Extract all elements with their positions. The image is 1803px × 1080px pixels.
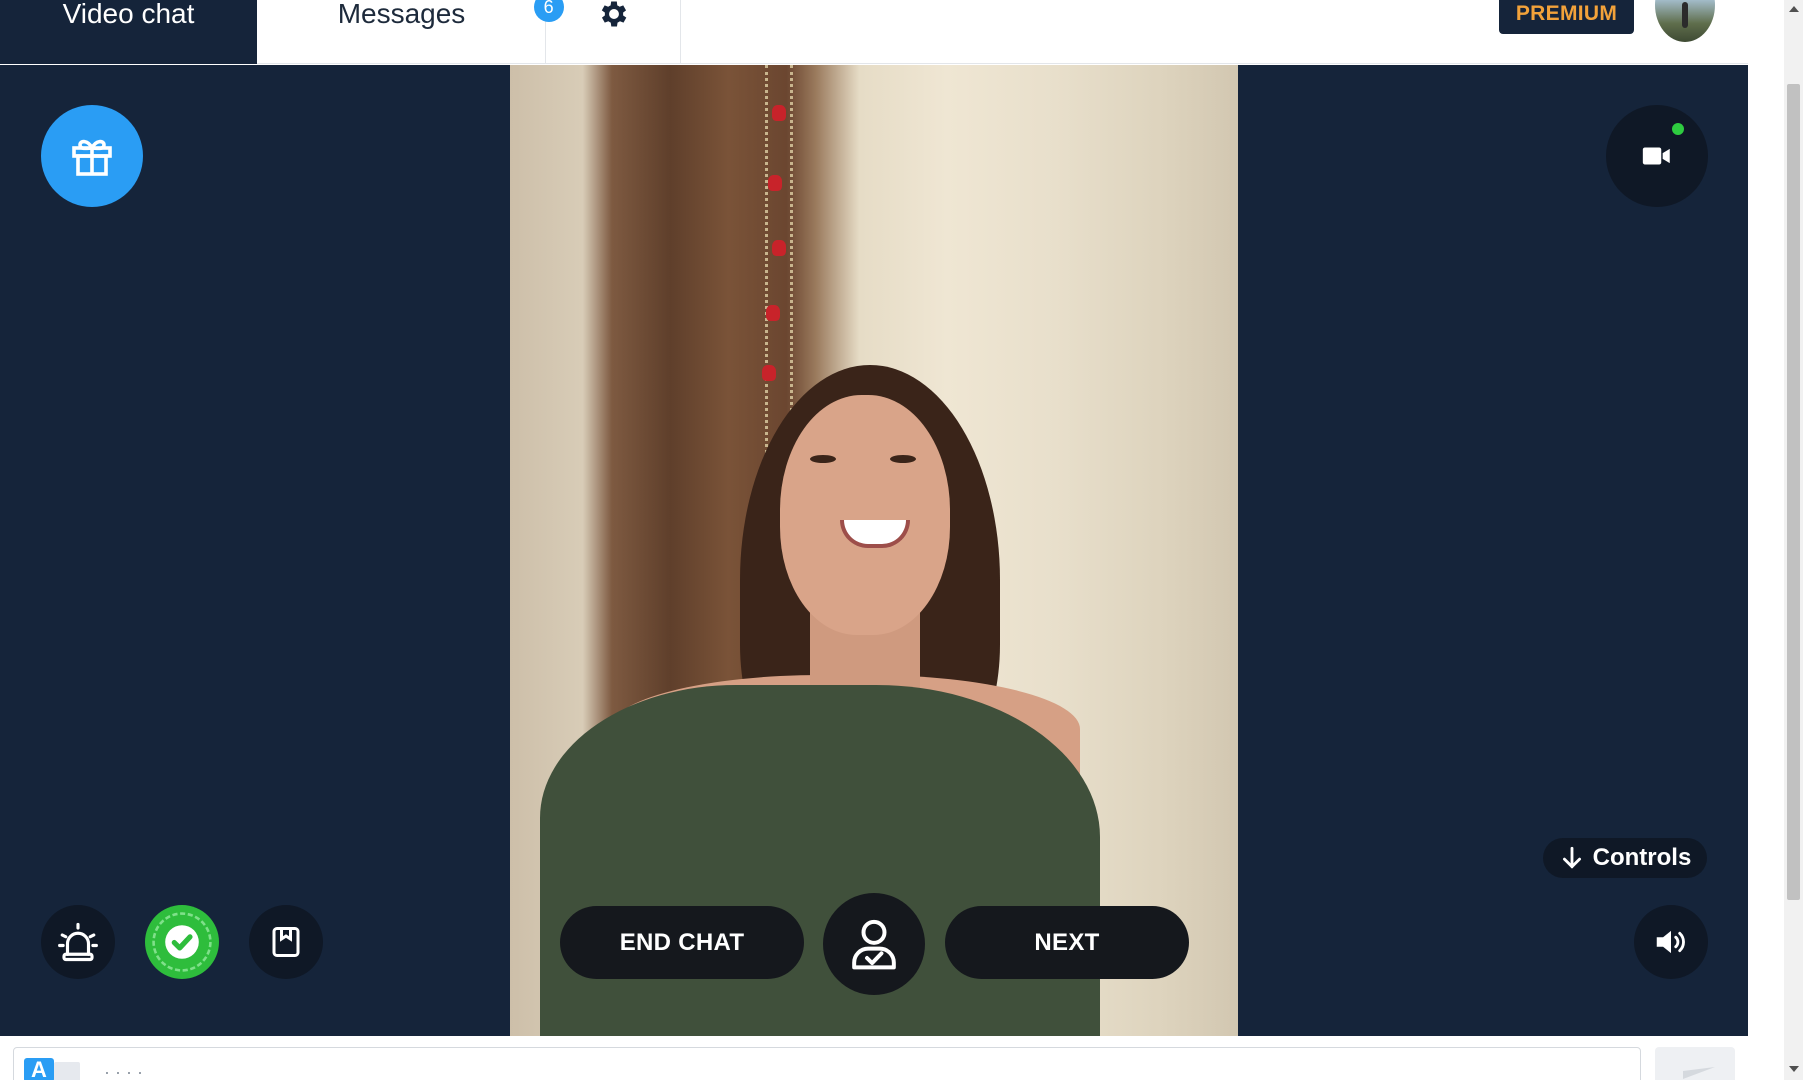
controls-button[interactable]: Controls (1543, 838, 1707, 878)
camera-status-indicator (1672, 123, 1684, 135)
scroll-up-arrow-icon[interactable] (1789, 6, 1799, 12)
person-top (540, 685, 1100, 1036)
settings-button[interactable] (547, 0, 681, 64)
chat-bar: A · · · · (0, 1036, 1748, 1080)
video-camera-icon (1642, 147, 1670, 165)
tab-video-chat-label: Video chat (62, 0, 195, 29)
end-chat-button[interactable]: END CHAT (560, 906, 804, 979)
gear-icon (601, 1, 626, 27)
partner-video (510, 65, 1238, 1036)
decoration-figure (768, 175, 782, 191)
next-button[interactable]: NEXT (945, 906, 1189, 979)
app-window: Video chat Messages 6 PREMIUM Controls E… (0, 0, 1803, 1080)
alarm-light-icon (58, 922, 98, 962)
send-button[interactable] (1655, 1047, 1735, 1080)
check-badge-icon (152, 912, 212, 972)
top-navigation: Video chat Messages 6 PREMIUM (0, 0, 1748, 64)
chat-input[interactable]: A · · · · (13, 1047, 1641, 1080)
gift-button[interactable] (41, 105, 143, 207)
camera-toggle-button[interactable] (1606, 105, 1708, 207)
video-stage: Controls END CHAT NEXT (0, 65, 1748, 1036)
report-button[interactable] (41, 905, 115, 979)
tab-messages-label: Messages (337, 0, 466, 29)
page-scrollbar[interactable] (1784, 0, 1803, 1080)
decoration-figure (772, 240, 786, 256)
translate-icon[interactable]: A (24, 1058, 80, 1080)
tab-messages[interactable]: Messages 6 (258, 0, 564, 64)
chat-placeholder: · · · · (104, 1062, 143, 1080)
user-check-icon (852, 919, 896, 970)
scroll-thumb[interactable] (1787, 84, 1800, 900)
arrow-down-icon (1562, 846, 1581, 869)
speaker-icon (1656, 930, 1685, 954)
decoration-figure (766, 305, 780, 321)
person-eye (890, 455, 916, 463)
add-friend-button[interactable] (823, 893, 925, 995)
gift-icon (72, 139, 112, 176)
person-face (780, 395, 950, 635)
scroll-down-arrow-icon[interactable] (1789, 1066, 1799, 1072)
person-eye (810, 455, 836, 463)
verified-button[interactable] (145, 905, 219, 979)
send-icon (1683, 1067, 1715, 1079)
decoration-ladder (765, 65, 793, 465)
bookmark-button[interactable] (249, 905, 323, 979)
volume-button[interactable] (1634, 905, 1708, 979)
controls-label: Controls (1592, 844, 1692, 871)
tab-video-chat[interactable]: Video chat (0, 0, 257, 64)
avatar[interactable] (1655, 0, 1715, 42)
bookmark-icon (272, 927, 300, 957)
premium-button[interactable]: PREMIUM (1499, 0, 1634, 34)
decoration-figure (772, 105, 786, 121)
decoration-figure (762, 365, 776, 381)
